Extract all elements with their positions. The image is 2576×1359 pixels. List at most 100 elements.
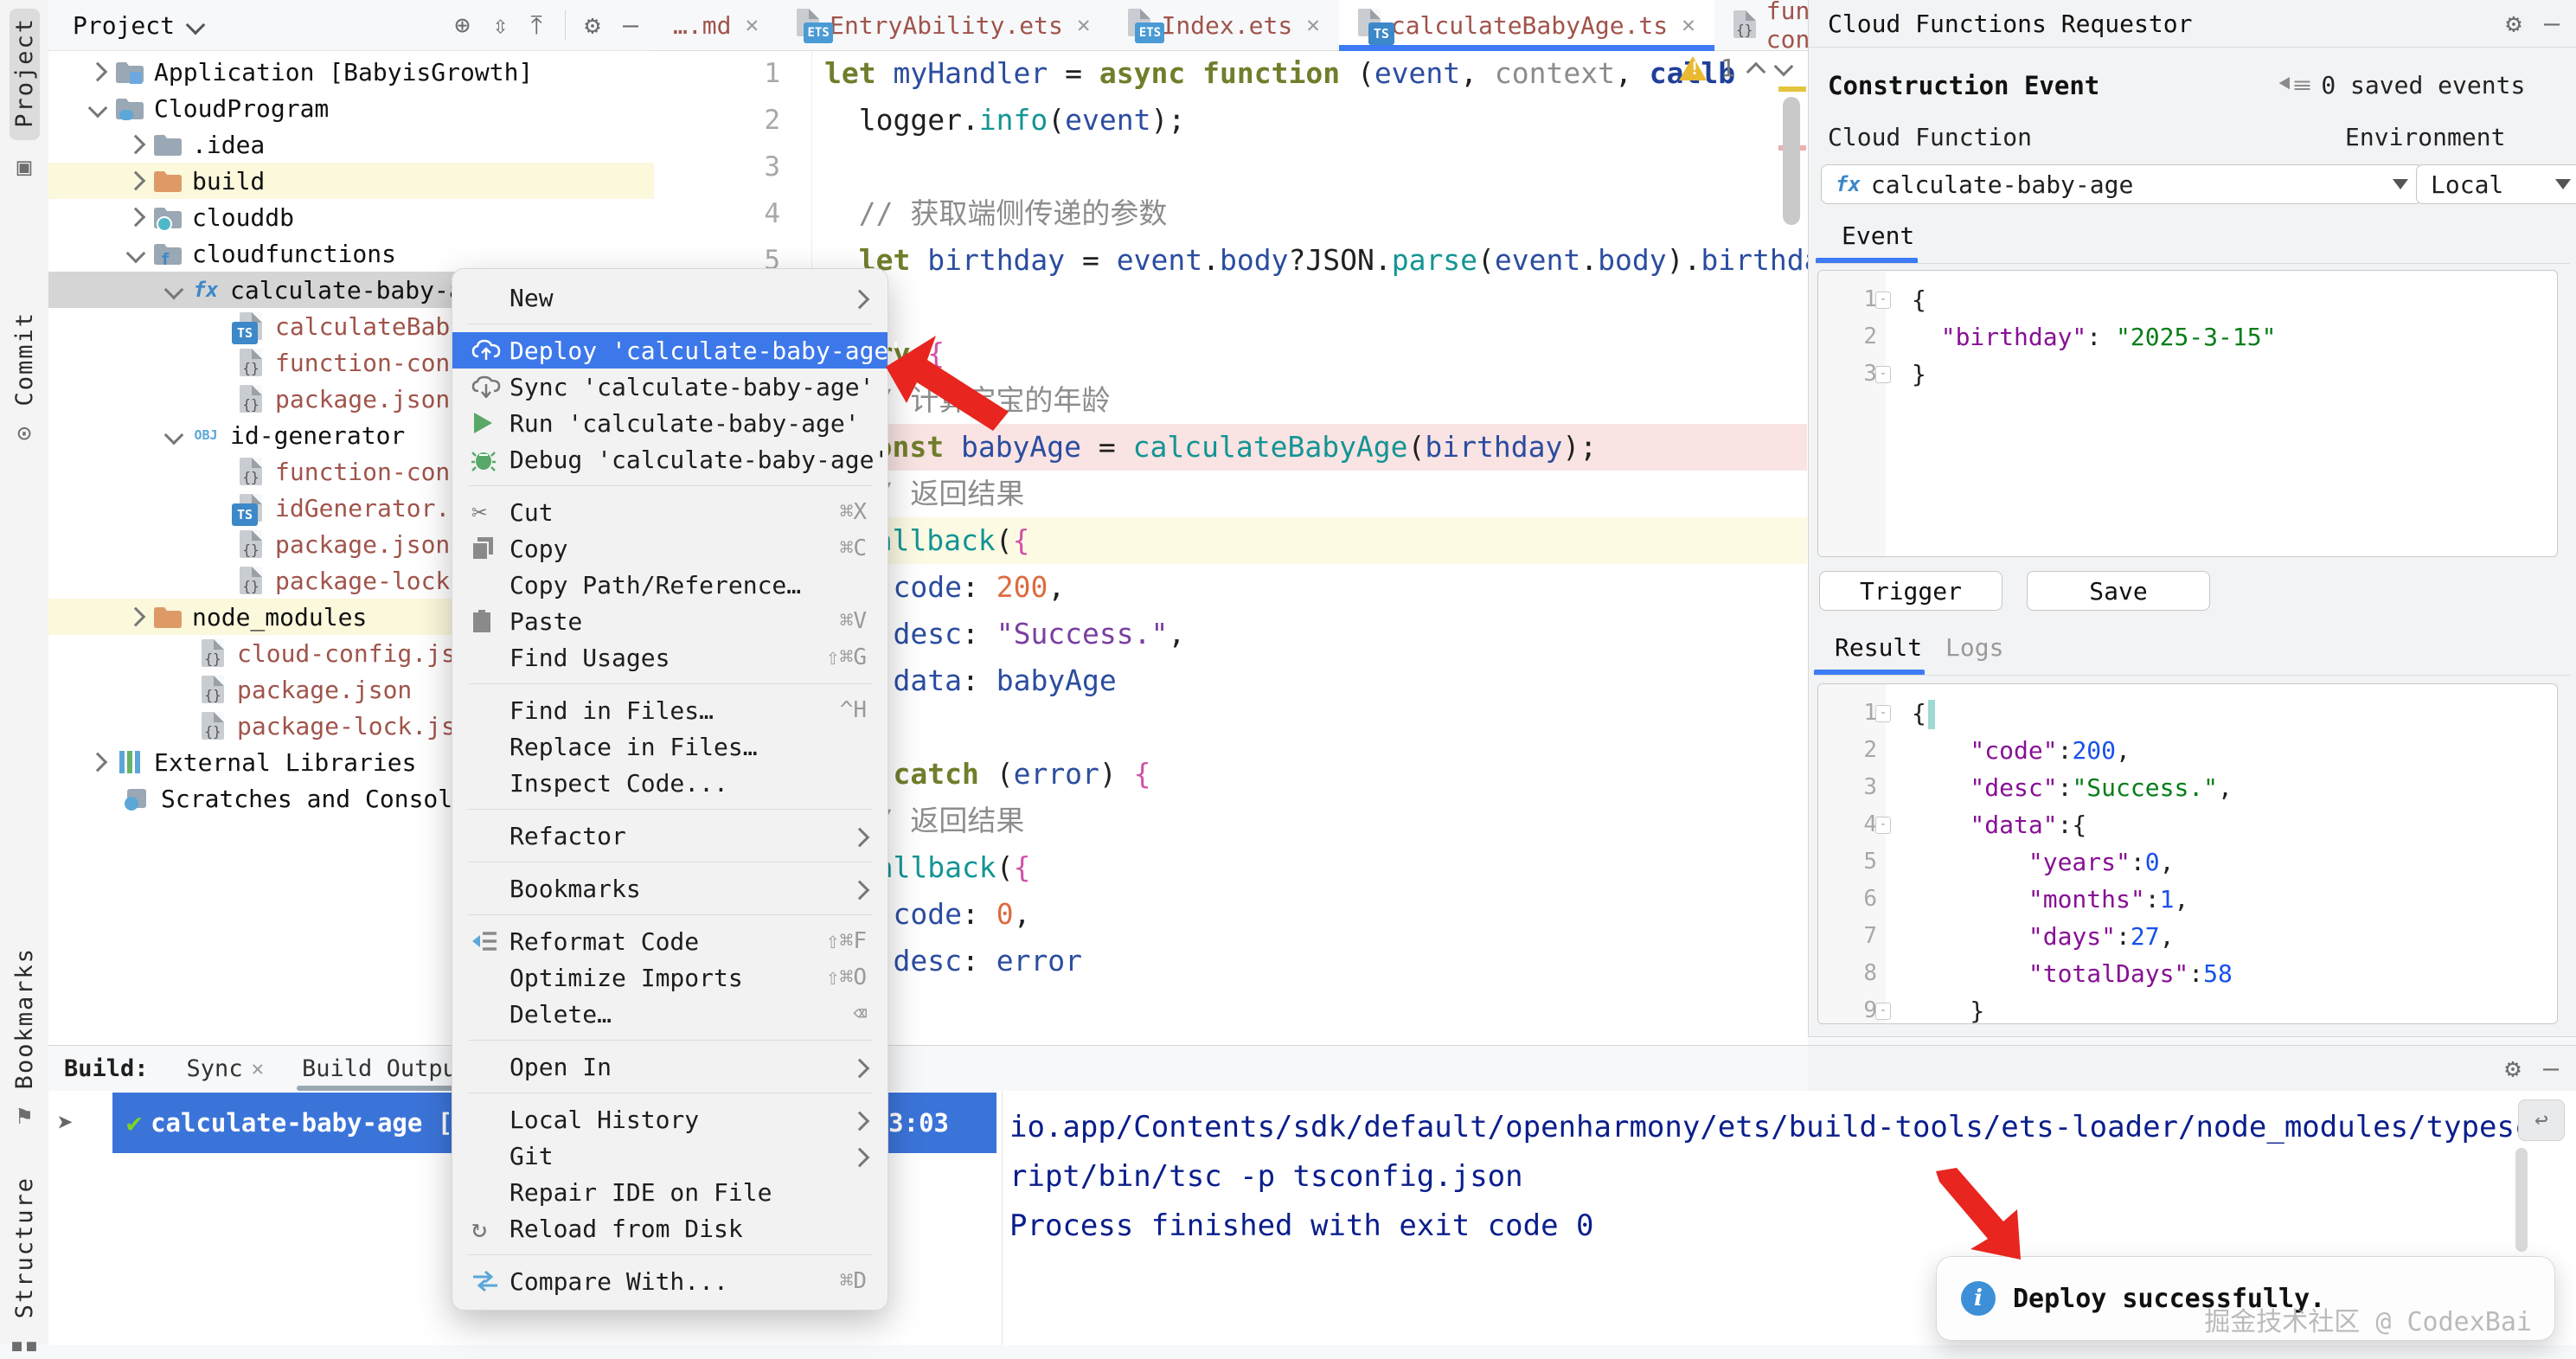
- menu-item-paste[interactable]: Paste⌘V: [452, 603, 888, 639]
- menu-item-new[interactable]: New: [452, 279, 888, 316]
- expand-all-icon[interactable]: ⇳: [493, 10, 509, 41]
- pin-icon[interactable]: ➤: [57, 1106, 74, 1139]
- fold-marker-icon[interactable]: -: [1875, 817, 1891, 834]
- menu-item-optimize-imports[interactable]: Optimize Imports⇧⌘O: [452, 959, 888, 996]
- tab-result[interactable]: Result: [1835, 633, 1922, 662]
- chevron-down-icon[interactable]: [164, 426, 184, 446]
- cloud-function-select[interactable]: fx calculate-baby-age: [1821, 164, 2423, 204]
- tab-sync[interactable]: Sync✕: [187, 1046, 264, 1091]
- saved-events[interactable]: ⯇☰ 0 saved events: [2276, 71, 2525, 99]
- settings-gear-icon[interactable]: ⚙: [565, 10, 600, 41]
- tool-button-bookmarks[interactable]: Bookmarks ⚑: [0, 947, 48, 1130]
- chevron-right-icon[interactable]: [88, 753, 108, 772]
- soft-wrap-icon[interactable]: ↩: [2518, 1099, 2565, 1141]
- fold-marker-icon[interactable]: -: [1875, 366, 1891, 383]
- json-icon: {}: [234, 457, 268, 486]
- editor-tab-index-ets[interactable]: ETSIndex.ets✕: [1109, 0, 1338, 50]
- menu-item-inspect-code[interactable]: Inspect Code...: [452, 765, 888, 801]
- requestor-gear-icon[interactable]: ⚙: [2506, 9, 2522, 39]
- chevron-down-icon[interactable]: [126, 244, 146, 264]
- build-console[interactable]: io.app/Contents/sdk/default/openharmony/…: [1002, 1091, 1809, 1345]
- menu-item-local-history[interactable]: Local History: [452, 1101, 888, 1138]
- console-scrollbar[interactable]: [2515, 1148, 2528, 1252]
- fold-marker-icon[interactable]: -: [1875, 705, 1891, 722]
- menu-item-deploy-calculate-baby-age[interactable]: Deploy 'calculate-baby-age': [452, 332, 888, 369]
- menu-item-run-calculate-baby-age[interactable]: Run 'calculate-baby-age': [452, 405, 888, 441]
- menu-item-refactor[interactable]: Refactor: [452, 817, 888, 854]
- menu-item-find-usages[interactable]: Find Usages⇧⌘G: [452, 639, 888, 676]
- tab-event[interactable]: Event: [1842, 221, 1914, 250]
- prev-warning-chevron-icon[interactable]: [1746, 61, 1766, 81]
- menu-separator: [468, 485, 872, 486]
- close-icon[interactable]: ✕: [252, 1056, 264, 1080]
- event-json-editor[interactable]: 1-23- { "birthday": "2025-3-15"}: [1817, 270, 2558, 557]
- chevron-right-icon[interactable]: [126, 135, 146, 155]
- requestor-title: Cloud Functions Requestor: [1828, 10, 2192, 38]
- tool-button-project[interactable]: Project ▣: [0, 9, 48, 181]
- tool-button-commit[interactable]: Commit ⊙: [0, 311, 48, 447]
- inspection-widget[interactable]: 1: [1679, 54, 1791, 82]
- menu-item-find-in-files[interactable]: Find in Files…^H: [452, 692, 888, 728]
- tree-item-cloudprogram[interactable]: CloudProgram: [48, 90, 654, 126]
- close-icon[interactable]: ✕: [1077, 12, 1091, 38]
- editor-tab-calculatebabyage-ts[interactable]: TScalculateBabyAge.ts✕: [1339, 0, 1714, 50]
- menu-item-open-in[interactable]: Open In: [452, 1048, 888, 1085]
- code-line-6: [812, 284, 1807, 330]
- tab-logs[interactable]: Logs: [1945, 633, 2003, 662]
- tool-label-project: Project: [11, 17, 38, 128]
- menu-item-debug-calculate-baby-age[interactable]: Debug 'calculate-baby-age': [452, 441, 888, 478]
- menu-item-bookmarks[interactable]: Bookmarks: [452, 870, 888, 907]
- console-gear-icon[interactable]: ⚙: [2505, 1054, 2521, 1084]
- project-dropdown-chevron-icon[interactable]: [186, 16, 206, 35]
- requestor-hide-icon[interactable]: —: [2544, 9, 2560, 39]
- save-button[interactable]: Save: [2027, 571, 2210, 611]
- tree-item-application-babyisgrowth-[interactable]: Application [BabyisGrowth]: [48, 54, 654, 90]
- menu-item-reformat-code[interactable]: Reformat Code⇧⌘F: [452, 923, 888, 959]
- editor-tab-entryability-ets[interactable]: ETSEntryAbility.ets✕: [778, 0, 1109, 50]
- menu-item-git[interactable]: Git: [452, 1138, 888, 1174]
- menu-item-label: Repair IDE on File: [509, 1178, 772, 1207]
- chevron-right-icon[interactable]: [126, 208, 146, 228]
- locate-icon[interactable]: ⊕: [454, 10, 470, 41]
- editor-tab--md[interactable]: ….md✕: [654, 0, 778, 50]
- hide-panel-icon[interactable]: —: [623, 10, 638, 41]
- chevron-right-icon[interactable]: [126, 171, 146, 191]
- menu-item-reload-from-disk[interactable]: ↻Reload from Disk: [452, 1210, 888, 1247]
- close-icon[interactable]: ✕: [1682, 12, 1695, 38]
- chevron-down-icon[interactable]: [88, 99, 108, 119]
- tree-item--idea[interactable]: .idea: [48, 126, 654, 163]
- close-icon[interactable]: ✕: [1306, 12, 1320, 38]
- chevron-right-icon[interactable]: [88, 62, 108, 82]
- menu-item-copy-path-reference[interactable]: Copy Path/Reference…: [452, 567, 888, 603]
- menu-item-copy[interactable]: Copy⌘C: [452, 530, 888, 567]
- menu-item-cut[interactable]: ✂Cut⌘X: [452, 494, 888, 530]
- console-line-1: io.app/Contents/sdk/default/openharmony/…: [1003, 1103, 1809, 1152]
- editor-scrollbar[interactable]: [1783, 97, 1800, 225]
- menu-item-label: Git: [509, 1142, 554, 1170]
- project-panel-title[interactable]: Project: [73, 11, 175, 40]
- tree-item-build[interactable]: build: [48, 163, 654, 199]
- menu-item-sync-calculate-baby-age[interactable]: Sync 'calculate-baby-age': [452, 369, 888, 405]
- menu-item-delete[interactable]: Delete…⌫: [452, 996, 888, 1032]
- collapse-all-icon[interactable]: ⤒: [531, 10, 542, 41]
- tool-button-structure[interactable]: Structure ▪▪: [0, 1176, 48, 1359]
- menu-item-compare-with[interactable]: Compare With...⌘D: [452, 1263, 888, 1299]
- chevron-down-icon[interactable]: [164, 280, 184, 300]
- next-warning-chevron-icon[interactable]: [1774, 56, 1794, 76]
- close-icon[interactable]: ✕: [745, 12, 759, 38]
- console-hide-icon[interactable]: —: [2543, 1054, 2559, 1084]
- deploy-notification[interactable]: i Deploy successfully. 掘金技术社区 @ CodexBai: [1936, 1256, 2555, 1341]
- fold-marker-icon[interactable]: -: [1875, 292, 1891, 309]
- result-json-editor[interactable]: 1-234-56789- { "code":200, "desc":"Succe…: [1817, 683, 2558, 1024]
- tree-item-clouddb[interactable]: clouddb: [48, 199, 654, 235]
- tree-item-cloudfunctions[interactable]: fcloudfunctions: [48, 235, 654, 272]
- environment-select[interactable]: Local: [2416, 164, 2576, 204]
- menu-item-repair-ide-on-file[interactable]: Repair IDE on File: [452, 1174, 888, 1210]
- chevron-right-icon[interactable]: [126, 607, 146, 627]
- menu-item-replace-in-files[interactable]: Replace in Files…: [452, 728, 888, 765]
- trigger-button[interactable]: Trigger: [1819, 571, 2002, 611]
- fx-icon: fx: [1836, 172, 1861, 196]
- obj-icon: OBJ: [189, 420, 223, 450]
- editor-code-area[interactable]: let myHandler = async function (event, c…: [811, 50, 1807, 984]
- fold-marker-icon[interactable]: -: [1875, 1003, 1891, 1020]
